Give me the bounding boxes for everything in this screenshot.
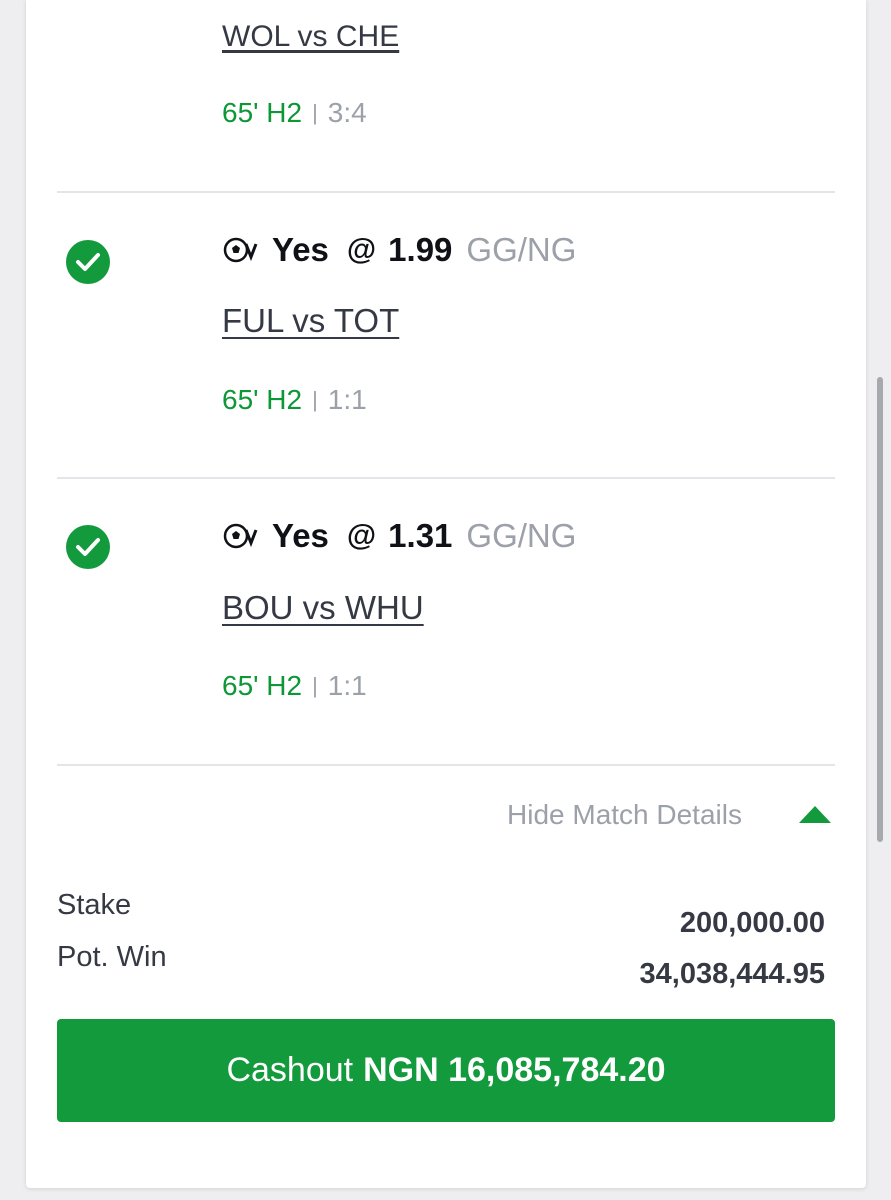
stake-label: Stake [57, 889, 132, 921]
scrollbar[interactable] [877, 377, 883, 842]
bet-details-card [26, 0, 866, 1188]
stake-value: 200,000.00 [679, 907, 825, 939]
check-circle-icon [66, 240, 110, 284]
at-symbol: @ [346, 233, 377, 266]
market-name: GG/NG [466, 517, 577, 554]
divider [57, 191, 835, 193]
match-time: 65' H2 [222, 97, 303, 128]
match-score: 1:1 [327, 670, 367, 701]
match-time: 65' H2 [222, 670, 303, 701]
football-virtual-icon [223, 237, 258, 263]
cashout-label: Cashout [226, 1051, 354, 1089]
match-link-top[interactable]: WOL vs CHE [222, 20, 399, 54]
check-circle-icon [66, 525, 110, 569]
divider [57, 477, 835, 479]
selection-pick: Yes [272, 517, 329, 554]
cashout-button[interactable]: Cashout NGN 16,085,784.20 [57, 1019, 835, 1122]
hide-match-details-link[interactable]: Hide Match Details [507, 797, 742, 833]
match-status: 65' H2 | 3:4 [222, 96, 367, 132]
match-score: 1:1 [327, 384, 367, 415]
match-time: 65' H2 [222, 384, 303, 415]
market-name: GG/NG [466, 231, 577, 268]
match-status: 65' H2 | 1:1 [222, 383, 367, 419]
match-score: 3:4 [327, 97, 367, 128]
football-virtual-icon [223, 523, 258, 549]
status-separator: | [312, 673, 318, 698]
pot-win-label: Pot. Win [57, 941, 167, 973]
selection-line: Yes @ 1.31 GG/NG [222, 516, 576, 556]
match-link[interactable]: FUL vs TOT [222, 301, 399, 341]
pot-win-value: 34,038,444.95 [639, 958, 825, 990]
selection-pick: Yes [272, 231, 329, 268]
match-link[interactable]: BOU vs WHU [222, 588, 424, 628]
selection-odds: 1.99 [388, 231, 453, 268]
selection-odds: 1.31 [388, 517, 453, 554]
divider [57, 764, 835, 766]
status-separator: | [312, 100, 318, 125]
at-symbol: @ [346, 519, 377, 552]
selection-line: Yes @ 1.99 GG/NG [222, 230, 576, 270]
status-separator: | [312, 387, 318, 412]
cashout-amount: NGN 16,085,784.20 [363, 1051, 666, 1089]
match-status: 65' H2 | 1:1 [222, 669, 367, 705]
caret-up-icon[interactable] [799, 806, 831, 823]
